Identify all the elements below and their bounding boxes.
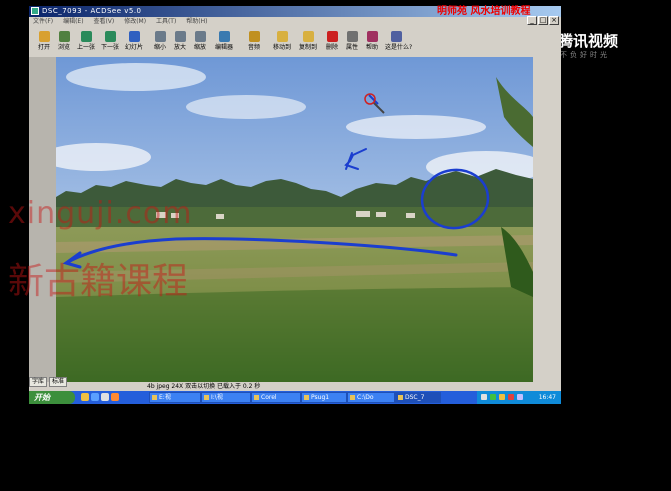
toolbar-button-label: 这是什么? [385, 44, 413, 51]
toolbar-button-delete[interactable]: 删除 [321, 31, 343, 55]
toolbar-button-editor[interactable]: 编辑器 [213, 31, 235, 55]
toolbar-button-properties[interactable]: 属性 [341, 31, 363, 55]
brand-overlay: 明师苑 风水培训教程 [437, 6, 531, 17]
open-folder-icon [38, 31, 50, 42]
toolbar-button-label: 缩放 [193, 44, 206, 51]
task-document[interactable]: C:\Do [347, 392, 395, 403]
tencent-video-slogan: 不负好时光 [560, 51, 610, 59]
toolbar-button-slideshow[interactable]: 幻灯片 [123, 31, 145, 55]
audio-icon [248, 31, 260, 42]
editor-icon [218, 31, 230, 42]
menu-view[interactable]: 查看(V) [93, 18, 114, 25]
task-corel[interactable]: Corel [251, 392, 301, 403]
zoom-in-icon [174, 31, 186, 42]
toolbar-button-label: 浏览 [57, 44, 70, 51]
tray-network-icon[interactable] [481, 394, 487, 400]
toolbar-button-label: 复制到 [298, 44, 317, 51]
task-acdsee[interactable]: DSC_7 [395, 392, 441, 403]
properties-icon [346, 31, 358, 42]
slideshow-icon [128, 31, 140, 42]
toolbar-button-move-to[interactable]: 移动到 [271, 31, 293, 55]
quicklaunch-browser-icon[interactable] [91, 393, 99, 401]
toolbar-button-whats-this[interactable]: 这是什么? [385, 31, 413, 55]
window-title: DSC_7093 - ACDSee v5.0 [42, 7, 142, 15]
quicklaunch-desktop-icon[interactable] [81, 393, 89, 401]
toolbar-button-zoom-out[interactable]: 缩小 [149, 31, 171, 55]
toolbar-button-label: 上一张 [76, 44, 95, 51]
task-psug[interactable]: Psug1 [301, 392, 347, 403]
browse-icon [58, 31, 70, 42]
quicklaunch-media-icon[interactable] [101, 393, 109, 401]
toolbar-button-prev[interactable]: 上一张 [75, 31, 97, 55]
toolbar-button-label: 帮助 [365, 44, 378, 51]
toolbar-button-label: 下一张 [100, 44, 119, 51]
menu-bar: 文件(F) 编辑(E) 查看(V) 修改(M) 工具(T) 帮助(H) [29, 17, 561, 27]
whats-this-icon [390, 31, 402, 42]
status-bar: 4b jpeg 24X 双击以切换 已载入于 0.2 秒 [29, 382, 561, 391]
toolbar-button-label: 缩小 [153, 44, 166, 51]
right-panel [533, 57, 561, 382]
toolbar-button-label: 音频 [247, 44, 260, 51]
toolbar-button-next[interactable]: 下一张 [99, 31, 121, 55]
ime-standard-button[interactable]: 标准 [49, 377, 68, 387]
toolbar-button-label: 幻灯片 [124, 44, 143, 51]
title-bar: DSC_7093 - ACDSee v5.0 明师苑 风水培训教程 _ □ × [29, 6, 561, 25]
delete-icon [326, 31, 338, 42]
tray-volume-icon[interactable] [517, 394, 523, 400]
toolbar-button-label: 移动到 [272, 44, 291, 51]
tray-ime-icon[interactable] [499, 394, 505, 400]
quicklaunch-app-icon[interactable] [111, 393, 119, 401]
ime-font-button[interactable]: 字库 [29, 377, 48, 387]
task-explorer-2[interactable]: I:\视 [201, 392, 251, 403]
toolbar: 打开 浏览 上一张 下一张 幻灯片 缩小 放大 缩放 编辑器 音频 移动到 复制到 删除 属性 帮助 这是什么… [29, 28, 561, 56]
toolbar-button-label: 删除 [325, 44, 338, 51]
toolbar-button-open-folder[interactable]: 打开 [33, 31, 55, 55]
copy-to-icon [302, 31, 314, 42]
menu-tools[interactable]: 工具(T) [156, 18, 176, 25]
menu-edit[interactable]: 编辑(E) [63, 18, 83, 25]
toolbar-button-label: 打开 [37, 44, 50, 51]
start-button[interactable]: 开始 [29, 391, 75, 404]
ime-toolbar: 字库 标准 [29, 377, 68, 387]
taskbar: 开始 E:视 I:\视 Corel Psug1 C:\Do DSC_7 16:4… [29, 391, 561, 404]
next-icon [104, 31, 116, 42]
toolbar-button-label: 属性 [345, 44, 358, 51]
watermark-url: xinguji.com [8, 196, 193, 231]
status-text: 4b jpeg 24X 双击以切换 已载入于 0.2 秒 [147, 383, 261, 390]
zoom-icon [194, 31, 206, 42]
toolbar-button-label: 放大 [173, 44, 186, 51]
app-icon [31, 7, 39, 15]
menu-file[interactable]: 文件(F) [33, 18, 53, 25]
toolbar-button-label: 编辑器 [214, 44, 233, 51]
menu-modify[interactable]: 修改(M) [124, 18, 146, 25]
system-tray: 16:47 [477, 391, 561, 404]
watermark-title: 新古籍课程 [8, 261, 189, 302]
tray-app-icon[interactable] [508, 394, 514, 400]
toolbar-button-help[interactable]: 帮助 [361, 31, 383, 55]
menu-help[interactable]: 帮助(H) [186, 18, 207, 25]
clock[interactable]: 16:47 [539, 391, 556, 404]
prev-icon [80, 31, 92, 42]
toolbar-button-browse[interactable]: 浏览 [53, 31, 75, 55]
toolbar-button-zoom[interactable]: 缩放 [189, 31, 211, 55]
toolbar-button-copy-to[interactable]: 复制到 [297, 31, 319, 55]
task-explorer-1[interactable]: E:视 [149, 392, 201, 403]
move-to-icon [276, 31, 288, 42]
help-icon [366, 31, 378, 42]
toolbar-button-audio[interactable]: 音频 [243, 31, 265, 55]
tencent-video-name: 腾讯视频 [558, 32, 619, 50]
toolbar-button-zoom-in[interactable]: 放大 [169, 31, 191, 55]
zoom-out-icon [154, 31, 166, 42]
tray-security-icon[interactable] [490, 394, 496, 400]
